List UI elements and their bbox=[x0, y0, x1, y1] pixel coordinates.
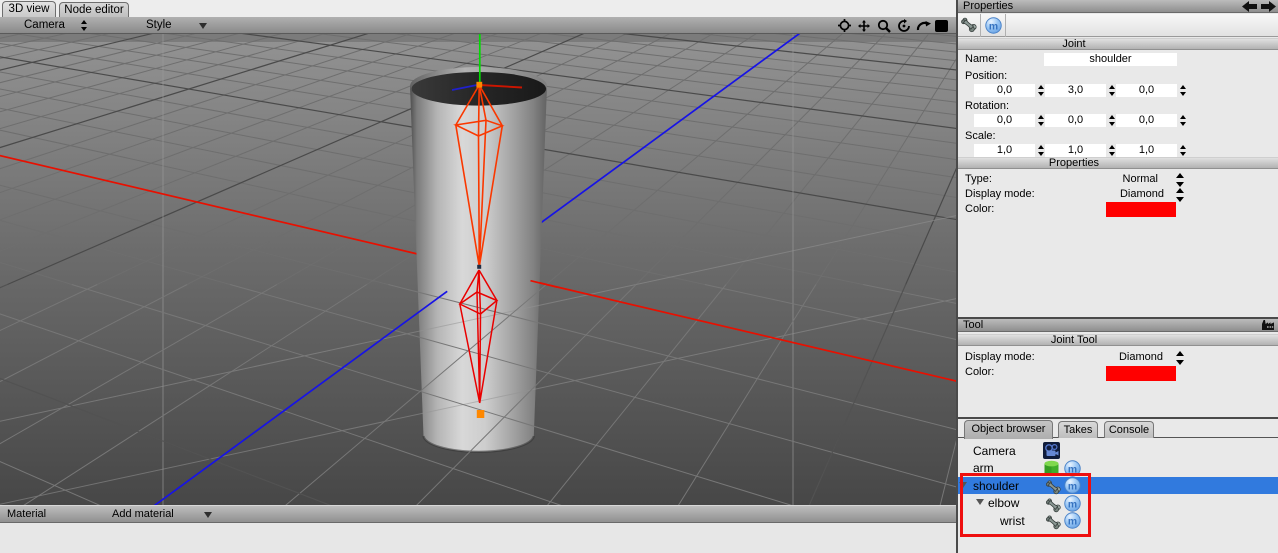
svg-text:m: m bbox=[989, 21, 998, 32]
